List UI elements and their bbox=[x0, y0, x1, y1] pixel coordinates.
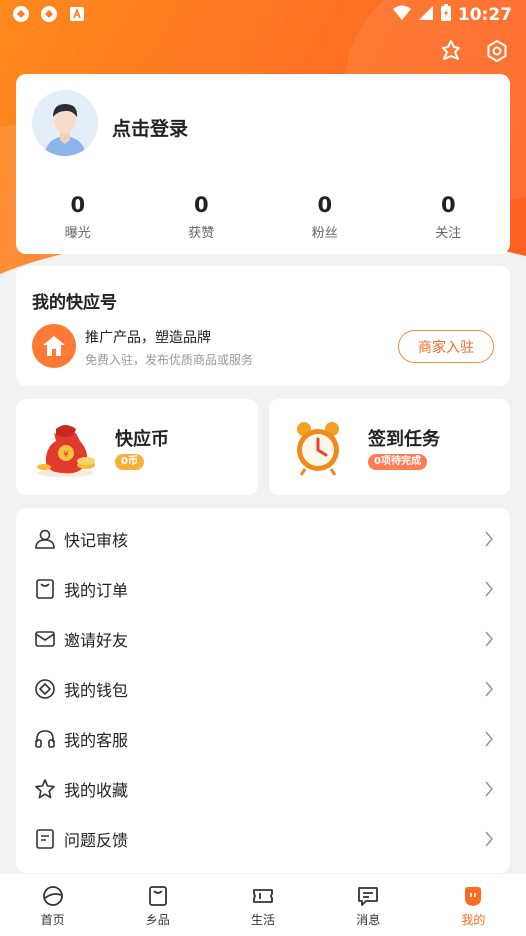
bag-icon bbox=[146, 884, 170, 908]
task-title: 签到任务 bbox=[368, 429, 440, 450]
stat-label: 粉丝 bbox=[311, 226, 338, 241]
menu-item-favorites[interactable]: 我的收藏 bbox=[16, 764, 510, 814]
menu-list: 快记审核 我的订单 邀请好友 我的钱包 我的客服 我的收藏 问题反馈 bbox=[16, 508, 510, 873]
stat-exposure[interactable]: 0 曝光 bbox=[16, 192, 140, 241]
me-icon bbox=[461, 884, 485, 908]
bottom-tab-bar: 首页 乡品 生活 消息 我的 bbox=[0, 874, 526, 936]
home-planet-icon bbox=[41, 884, 65, 908]
menu-label: 问题反馈 bbox=[64, 831, 129, 850]
feedback-icon bbox=[34, 828, 56, 850]
menu-label: 我的收藏 bbox=[64, 781, 129, 800]
tab-label: 乡品 bbox=[145, 913, 170, 927]
menu-label: 我的客服 bbox=[64, 731, 129, 750]
menu-item-review[interactable]: 快记审核 bbox=[16, 514, 510, 564]
chevron-right-icon bbox=[482, 779, 496, 799]
wifi-icon bbox=[392, 5, 412, 25]
menu-label: 我的订单 bbox=[64, 581, 129, 600]
menu-label: 邀请好友 bbox=[64, 631, 129, 650]
menu-item-feedback[interactable]: 问题反馈 bbox=[16, 814, 510, 864]
tab-label: 消息 bbox=[356, 913, 381, 927]
ticket-icon bbox=[251, 884, 275, 908]
login-link[interactable]: 点击登录 bbox=[112, 114, 188, 141]
chevron-right-icon bbox=[482, 579, 496, 599]
menu-item-service[interactable]: 我的客服 bbox=[16, 714, 510, 764]
kuaiying-title: 我的快应号 bbox=[32, 293, 117, 313]
profile-card: 点击登录 0 曝光 0 获赞 0 粉丝 0 关注 bbox=[16, 74, 510, 254]
tab-products[interactable]: 乡品 bbox=[105, 874, 210, 936]
status-time: 10:27 bbox=[457, 5, 512, 25]
merchant-join-button[interactable]: 商家入驻 bbox=[398, 330, 494, 363]
stat-label: 关注 bbox=[435, 226, 462, 241]
chevron-right-icon bbox=[482, 729, 496, 749]
tab-home[interactable]: 首页 bbox=[0, 874, 105, 936]
envelope-icon bbox=[34, 628, 56, 650]
stat-fans[interactable]: 0 粉丝 bbox=[263, 192, 387, 241]
promo-subtitle: 免费入驻，发布优质商品或服务 bbox=[85, 353, 254, 367]
task-card[interactable]: 签到任务 0项待完成 bbox=[269, 399, 510, 495]
tab-life[interactable]: 生活 bbox=[210, 874, 315, 936]
tab-label: 首页 bbox=[40, 913, 65, 927]
stat-value: 0 bbox=[317, 193, 333, 217]
stat-likes[interactable]: 0 获赞 bbox=[140, 192, 264, 241]
coin-title: 快应币 bbox=[115, 429, 169, 450]
settings-icon[interactable] bbox=[484, 38, 510, 64]
tab-me[interactable]: 我的 bbox=[421, 874, 526, 936]
menu-label: 快记审核 bbox=[64, 531, 129, 550]
promo-title: 推广产品，塑造品牌 bbox=[85, 330, 211, 346]
person-review-icon bbox=[34, 528, 56, 550]
top-actions bbox=[438, 38, 510, 64]
menu-item-orders[interactable]: 我的订单 bbox=[16, 564, 510, 614]
money-bag-icon: ¥ bbox=[32, 415, 98, 479]
coin-card[interactable]: ¥ 快应币 0币 bbox=[16, 399, 258, 495]
chevron-right-icon bbox=[482, 529, 496, 549]
profile-stats: 0 曝光 0 获赞 0 粉丝 0 关注 bbox=[16, 192, 510, 241]
tab-label: 我的 bbox=[461, 913, 486, 927]
chevron-right-icon bbox=[482, 629, 496, 649]
wallet-coin-icon bbox=[34, 678, 56, 700]
house-icon bbox=[32, 324, 76, 368]
stat-value: 0 bbox=[440, 193, 456, 217]
message-icon bbox=[356, 884, 380, 908]
app-icon-2 bbox=[40, 5, 58, 23]
kuaiying-card: 我的快应号 推广产品，塑造品牌 免费入驻，发布优质商品或服务 商家入驻 bbox=[16, 266, 510, 386]
stat-label: 曝光 bbox=[64, 226, 91, 241]
app-icon-1 bbox=[12, 5, 30, 23]
tab-label: 生活 bbox=[251, 913, 276, 927]
stat-label: 获赞 bbox=[188, 226, 215, 241]
a-icon bbox=[68, 5, 86, 23]
battery-charging-icon bbox=[440, 4, 452, 26]
chevron-right-icon bbox=[482, 829, 496, 849]
task-badge: 0项待完成 bbox=[368, 454, 427, 470]
stat-value: 0 bbox=[70, 193, 86, 217]
chevron-right-icon bbox=[482, 679, 496, 699]
svg-text:¥: ¥ bbox=[63, 450, 69, 460]
tab-messages[interactable]: 消息 bbox=[316, 874, 421, 936]
alarm-clock-icon bbox=[285, 415, 351, 479]
signal-icon bbox=[418, 5, 434, 25]
star-icon bbox=[34, 778, 56, 800]
menu-item-invite[interactable]: 邀请好友 bbox=[16, 614, 510, 664]
stat-following[interactable]: 0 关注 bbox=[387, 192, 511, 241]
coin-badge: 0币 bbox=[115, 454, 144, 470]
avatar[interactable] bbox=[32, 90, 98, 156]
order-bag-icon bbox=[34, 578, 56, 600]
headset-icon bbox=[34, 728, 56, 750]
link-icon[interactable] bbox=[438, 38, 464, 64]
menu-item-wallet[interactable]: 我的钱包 bbox=[16, 664, 510, 714]
status-bar: 10:27 bbox=[0, 0, 526, 30]
stat-value: 0 bbox=[193, 193, 209, 217]
menu-label: 我的钱包 bbox=[64, 681, 129, 700]
